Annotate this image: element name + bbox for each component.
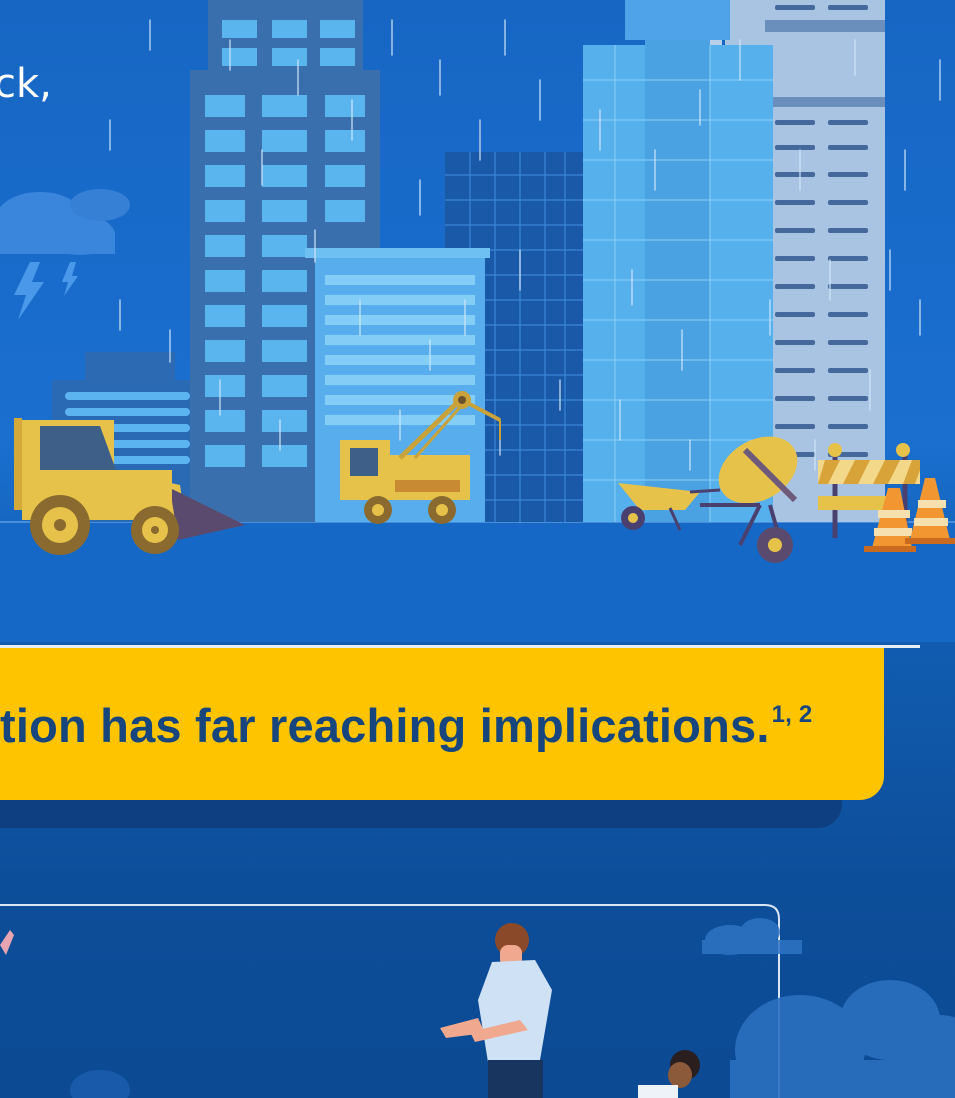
lightning-icon [14,262,78,320]
person-icon [638,1050,700,1098]
cloud-icon [0,189,130,255]
person-icon [440,923,552,1098]
city-scene-illustration [0,0,955,1098]
cloud-icon [702,918,802,955]
banner-headline-text: tion has far reaching implications. [0,699,770,752]
banner-headline: tion has far reaching implications.1, 2 [0,698,812,753]
intro-partial-text: ck, [0,61,52,107]
banner-citation: 1, 2 [771,701,813,728]
